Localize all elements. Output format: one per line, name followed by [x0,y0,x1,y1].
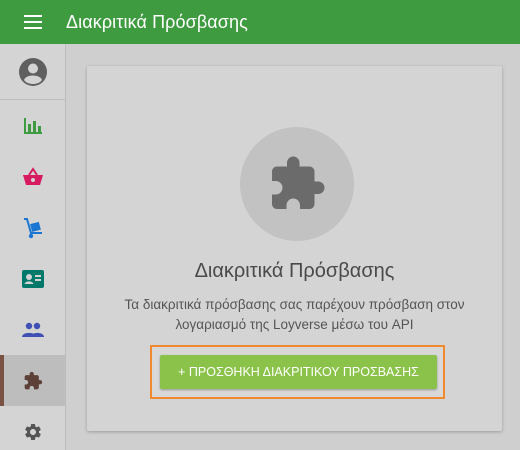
puzzle-icon [272,156,325,209]
page-title: Διακριτικά Πρόσβασης [66,11,248,32]
puzzle-icon [24,371,42,389]
empty-state-illustration [240,127,354,241]
account-circle-icon [18,57,47,86]
basket-icon [22,166,43,185]
add-button-highlight: + ΠΡΟΣΘΗΚΗ ΔΙΑΚΡΙΤΙΚΟΥ ΠΡΟΣΒΑΣΗΣ [150,345,445,399]
dolly-icon [23,217,42,238]
main-content: Διακριτικά Πρόσβασης Τα διακριτικά πρόσβ… [66,44,520,450]
sidebar [0,44,66,450]
sidebar-item-settings[interactable] [0,406,65,450]
people-icon [21,322,44,337]
sidebar-item-integrations[interactable] [0,355,65,406]
add-access-token-button[interactable]: + ΠΡΟΣΘΗΚΗ ΔΙΑΚΡΙΤΙΚΟΥ ΠΡΟΣΒΑΣΗΣ [160,355,437,389]
app-header: Διακριτικά Πρόσβασης [0,0,520,44]
gear-icon [24,423,41,440]
bar-chart-icon [23,117,42,134]
sidebar-item-customers[interactable] [0,304,65,355]
menu-button[interactable] [0,0,66,44]
empty-state-card: Διακριτικά Πρόσβασης Τα διακριτικά πρόσβ… [87,66,502,431]
sidebar-item-inventory[interactable] [0,202,65,253]
empty-state-description: Τα διακριτικά πρόσβασης σας παρέχουν πρό… [124,297,465,332]
menu-icon [24,15,42,29]
sidebar-item-reports[interactable] [0,100,65,151]
sidebar-item-account[interactable] [0,44,65,100]
sidebar-item-employees[interactable] [0,253,65,304]
sidebar-item-items[interactable] [0,151,65,202]
empty-state-title: Διακριτικά Πρόσβασης [194,260,395,282]
badge-card-icon [21,269,44,288]
